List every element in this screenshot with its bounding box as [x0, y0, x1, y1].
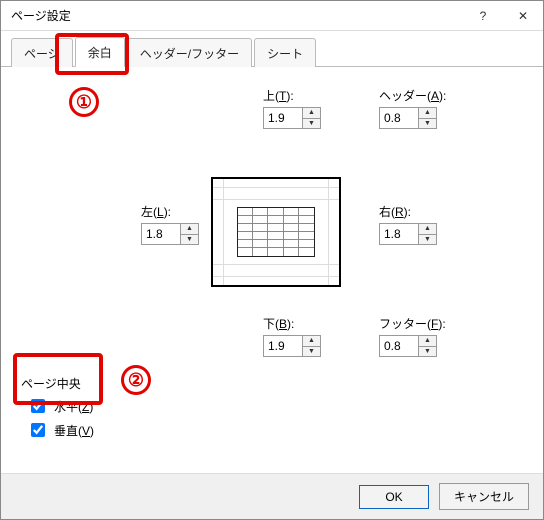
tab-label: ページ [24, 47, 60, 61]
tab-content: 上(T): ▲▼ ヘッダー(A): ▲▼ 左(L): ▲▼ [1, 67, 543, 501]
ok-label: OK [385, 490, 402, 504]
page-setup-dialog: ページ設定 ? ✕ ① ページ 余白 ヘッダー/フッター シート 上(T): ▲… [0, 0, 544, 520]
dialog-footer: OK キャンセル [1, 473, 543, 519]
margin-top-group: 上(T): ▲▼ [263, 87, 321, 129]
margin-header-input[interactable] [380, 108, 418, 128]
margin-left-group: 左(L): ▲▼ [141, 203, 199, 245]
spinner-up-icon[interactable]: ▲ [303, 108, 320, 119]
margin-left-spinner[interactable]: ▲▼ [141, 223, 199, 245]
margin-top-spinner[interactable]: ▲▼ [263, 107, 321, 129]
help-icon: ? [480, 9, 487, 23]
margin-bottom-input[interactable] [264, 336, 302, 356]
page-preview-diagram [211, 177, 341, 287]
margin-bottom-group: 下(B): ▲▼ [263, 315, 321, 357]
cancel-button[interactable]: キャンセル [439, 483, 529, 510]
spinner-down-icon[interactable]: ▼ [419, 347, 436, 357]
margin-bottom-label: 下(B): [263, 315, 321, 332]
spinner-down-icon[interactable]: ▼ [181, 235, 198, 245]
tab-margins[interactable]: 余白 [75, 37, 125, 67]
cancel-label: キャンセル [454, 490, 514, 504]
spinner-down-icon[interactable]: ▼ [419, 235, 436, 245]
tab-header-footer[interactable]: ヘッダー/フッター [127, 38, 252, 67]
margin-right-input[interactable] [380, 224, 418, 244]
spinner-up-icon[interactable]: ▲ [419, 108, 436, 119]
close-icon: ✕ [518, 9, 528, 23]
margin-right-label: 右(R): [379, 203, 437, 220]
center-group-title: ページ中央 [21, 375, 523, 392]
spinner-up-icon[interactable]: ▲ [419, 336, 436, 347]
spinner-up-icon[interactable]: ▲ [419, 224, 436, 235]
tab-sheet[interactable]: シート [254, 38, 316, 67]
margin-footer-input[interactable] [380, 336, 418, 356]
center-vertical-row: 垂直(V) [27, 420, 523, 440]
margin-left-label: 左(L): [141, 203, 199, 220]
titlebar: ページ設定 ? ✕ [1, 1, 543, 31]
margin-bottom-spinner[interactable]: ▲▼ [263, 335, 321, 357]
center-horizontal-checkbox[interactable] [31, 399, 45, 413]
margin-top-label: 上(T): [263, 87, 321, 104]
margin-controls: 上(T): ▲▼ ヘッダー(A): ▲▼ 左(L): ▲▼ [21, 87, 523, 347]
margin-top-input[interactable] [264, 108, 302, 128]
tab-label: ヘッダー/フッター [140, 47, 239, 61]
page-preview-table-icon [237, 207, 315, 257]
tab-label: シート [267, 47, 303, 61]
spinner-down-icon[interactable]: ▼ [303, 119, 320, 129]
tab-page[interactable]: ページ [11, 38, 73, 67]
margin-header-spinner[interactable]: ▲▼ [379, 107, 437, 129]
tab-bar: ページ 余白 ヘッダー/フッター シート [1, 37, 543, 67]
center-horizontal-label: 水平(Z) [54, 398, 93, 415]
window-title: ページ設定 [11, 7, 71, 24]
center-horizontal-row: 水平(Z) [27, 396, 523, 416]
spinner-up-icon[interactable]: ▲ [303, 336, 320, 347]
center-vertical-label: 垂直(V) [54, 422, 94, 439]
ok-button[interactable]: OK [359, 485, 429, 509]
margin-header-label: ヘッダー(A): [379, 87, 446, 104]
margin-right-group: 右(R): ▲▼ [379, 203, 437, 245]
margin-left-input[interactable] [142, 224, 180, 244]
spinner-up-icon[interactable]: ▲ [181, 224, 198, 235]
spinner-down-icon[interactable]: ▼ [303, 347, 320, 357]
help-button[interactable]: ? [463, 1, 503, 31]
close-button[interactable]: ✕ [503, 1, 543, 31]
margin-header-group: ヘッダー(A): ▲▼ [379, 87, 446, 129]
tab-label: 余白 [88, 46, 112, 60]
center-vertical-checkbox[interactable] [31, 423, 45, 437]
margin-footer-group: フッター(F): ▲▼ [379, 315, 446, 357]
spinner-down-icon[interactable]: ▼ [419, 119, 436, 129]
margin-footer-label: フッター(F): [379, 315, 446, 332]
margin-right-spinner[interactable]: ▲▼ [379, 223, 437, 245]
margin-footer-spinner[interactable]: ▲▼ [379, 335, 437, 357]
titlebar-buttons: ? ✕ [463, 1, 543, 31]
